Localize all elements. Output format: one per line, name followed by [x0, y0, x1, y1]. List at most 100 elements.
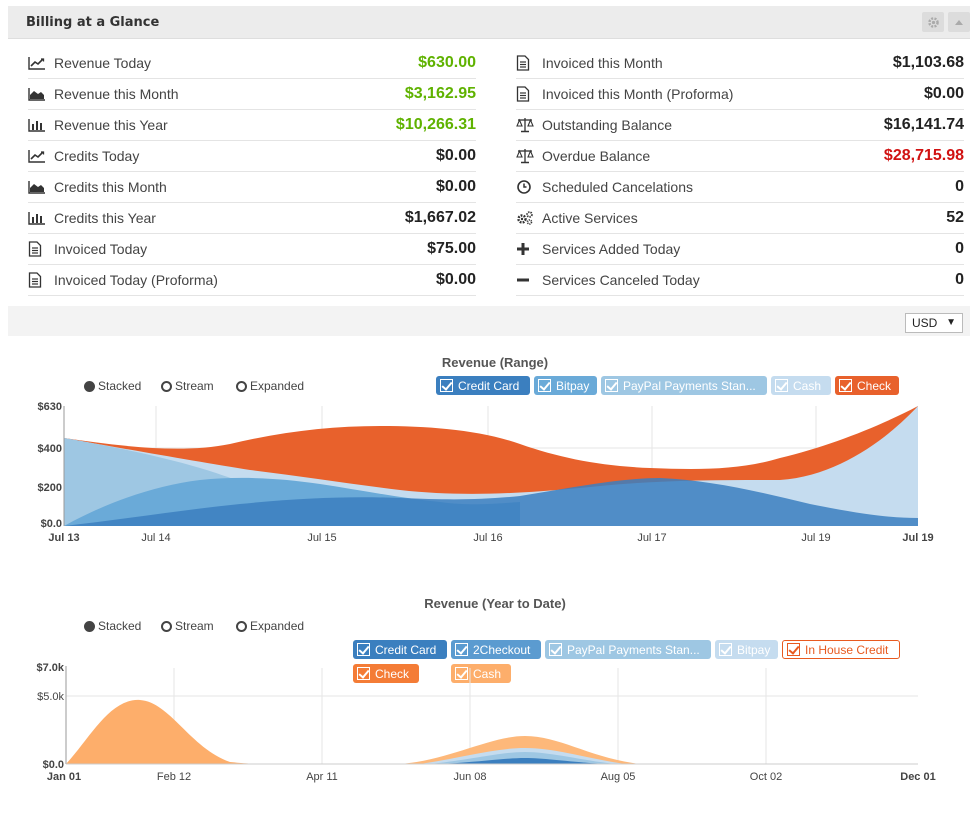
stat-value: 0: [955, 271, 964, 288]
stat-value: $0.00: [923, 85, 964, 102]
legend-2checkout[interactable]: 2Checkout: [451, 640, 541, 659]
stat-row: Invoiced Today (Proforma) $0.00: [28, 265, 476, 296]
minus-icon: [516, 272, 536, 288]
revenue-range-chart: $630 $400 $200 $0.0 Jul 13 Jul 14 Jul 15…: [38, 401, 934, 544]
stat-row: Services Added Today 0: [516, 234, 964, 265]
series-cash-area: [66, 699, 270, 764]
scales-icon: [516, 148, 536, 164]
radio-icon: [236, 620, 247, 632]
x-tick-label: Aug 05: [601, 771, 636, 783]
x-tick-label: Jun 08: [453, 771, 486, 783]
settings-gear-button[interactable]: [922, 12, 944, 32]
legend-cash[interactable]: Cash: [771, 376, 831, 395]
mode-expanded-range[interactable]: Expanded: [236, 379, 304, 393]
clock-icon: [516, 179, 536, 195]
mode-stacked-ytd[interactable]: Stacked: [84, 619, 141, 633]
line-chart-icon: [28, 148, 48, 164]
stat-value: $0.00: [435, 147, 476, 164]
legend-bitpay[interactable]: Bitpay: [534, 376, 597, 395]
mode-label: Stream: [175, 619, 214, 633]
stat-row: Outstanding Balance $16,141.74: [516, 110, 964, 141]
stat-value: $0.00: [435, 178, 476, 195]
checkbox-icon: [357, 643, 370, 656]
stat-row: Scheduled Cancelations 0: [516, 172, 964, 203]
stat-label: Invoiced this Month (Proforma): [542, 86, 734, 102]
mode-label: Expanded: [250, 619, 305, 633]
legend-in-house-credit[interactable]: In House Credit: [782, 640, 900, 659]
panel-title: Billing at a Glance: [26, 15, 160, 30]
collapse-button[interactable]: [948, 12, 970, 32]
legend-bitpay-ytd[interactable]: Bitpay: [715, 640, 778, 659]
checkbox-icon: [719, 643, 732, 656]
radio-selected-icon: [84, 620, 95, 632]
chart-title-range: Revenue (Range): [441, 355, 549, 370]
checkbox-icon: [787, 643, 800, 656]
gear-icon: [927, 16, 939, 28]
chart-title-ytd: Revenue (Year to Date): [424, 596, 566, 611]
x-tick-label: Apr 11: [306, 771, 338, 783]
radio-selected-icon: [84, 380, 95, 392]
chart-toolbar: [8, 306, 970, 336]
stat-value: $1,667.02: [404, 209, 476, 226]
plus-icon: [516, 241, 536, 257]
legend-label: In House Credit: [805, 642, 889, 657]
checkbox-icon: [605, 379, 618, 392]
x-tick-label: Jul 17: [637, 532, 666, 544]
stat-label: Services Canceled Today: [542, 272, 700, 288]
legend-label: Cash: [793, 378, 822, 393]
mode-stacked-range[interactable]: Stacked: [84, 379, 141, 393]
x-axis-ytd: Jan 01 Feb 12 Apr 11 Jun 08 Aug 05 Oct 0…: [47, 771, 936, 783]
stat-row: Invoiced this Month $1,103.68: [516, 48, 964, 79]
stat-label: Invoiced this Month: [542, 55, 663, 71]
radio-icon: [161, 380, 172, 392]
checkbox-icon: [775, 379, 788, 392]
legend-label: PayPal Payments Stan...: [623, 378, 756, 393]
stat-row: Revenue Today $630.00: [28, 48, 476, 79]
stat-value: $16,141.74: [883, 116, 964, 133]
legend-credit-card[interactable]: Credit Card: [436, 376, 530, 395]
x-tick-label: Jul 13: [48, 532, 79, 544]
document-icon: [516, 55, 536, 71]
stat-label: Scheduled Cancelations: [542, 179, 693, 195]
y-tick-label: $5.0k: [37, 691, 64, 703]
legend-credit-card-ytd[interactable]: Credit Card: [353, 640, 447, 659]
stat-row: Invoiced this Month (Proforma) $0.00: [516, 79, 964, 110]
stats-right-column: Invoiced this Month $1,103.68 Invoiced thi…: [516, 48, 964, 296]
line-chart-icon: [28, 55, 48, 71]
y-tick-label: $0.0: [41, 518, 62, 530]
x-tick-label: Jul 14: [141, 532, 170, 544]
stat-value: $28,715.98: [883, 147, 964, 164]
stat-label: Revenue Today: [54, 55, 152, 71]
y-axis-ytd: $7.0k $5.0k $0.0: [36, 662, 64, 771]
checkbox-icon: [538, 379, 551, 392]
stat-label: Outstanding Balance: [542, 117, 672, 133]
x-tick-label: Jul 19: [801, 532, 830, 544]
stat-value: 0: [955, 178, 964, 195]
mode-expanded-ytd[interactable]: Expanded: [236, 619, 304, 633]
stat-label: Credits this Year: [54, 210, 156, 226]
stat-row: Services Canceled Today 0: [516, 265, 964, 296]
stat-value: $10,266.31: [395, 116, 476, 133]
area-chart-icon: [28, 86, 48, 102]
stat-label: Credits Today: [54, 148, 140, 164]
y-tick-label: $200: [38, 482, 62, 494]
y-axis-range: $630 $400 $200 $0.0: [38, 401, 62, 530]
mode-stream-ytd[interactable]: Stream: [161, 619, 214, 633]
currency-select[interactable]: USD ▼: [905, 313, 963, 333]
x-tick-label: Feb 12: [157, 771, 191, 783]
legend-paypal-ytd[interactable]: PayPal Payments Stan...: [545, 640, 711, 659]
legend-check[interactable]: Check: [835, 376, 899, 395]
legend-paypal[interactable]: PayPal Payments Stan...: [601, 376, 767, 395]
stat-value: 0: [955, 240, 964, 257]
stat-value: $75.00: [427, 240, 476, 257]
stat-value: $1,103.68: [892, 54, 964, 71]
stat-value: $0.00: [435, 271, 476, 288]
y-tick-label: $630: [38, 401, 62, 413]
checkbox-icon: [455, 643, 468, 656]
x-tick-label: Dec 01: [900, 771, 935, 783]
y-tick-label: $0.0: [43, 759, 64, 771]
checkbox-icon: [440, 379, 453, 392]
legend-label: Bitpay: [737, 642, 771, 657]
stat-row: Revenue this Month $3,162.95: [28, 79, 476, 110]
mode-stream-range[interactable]: Stream: [161, 379, 214, 393]
